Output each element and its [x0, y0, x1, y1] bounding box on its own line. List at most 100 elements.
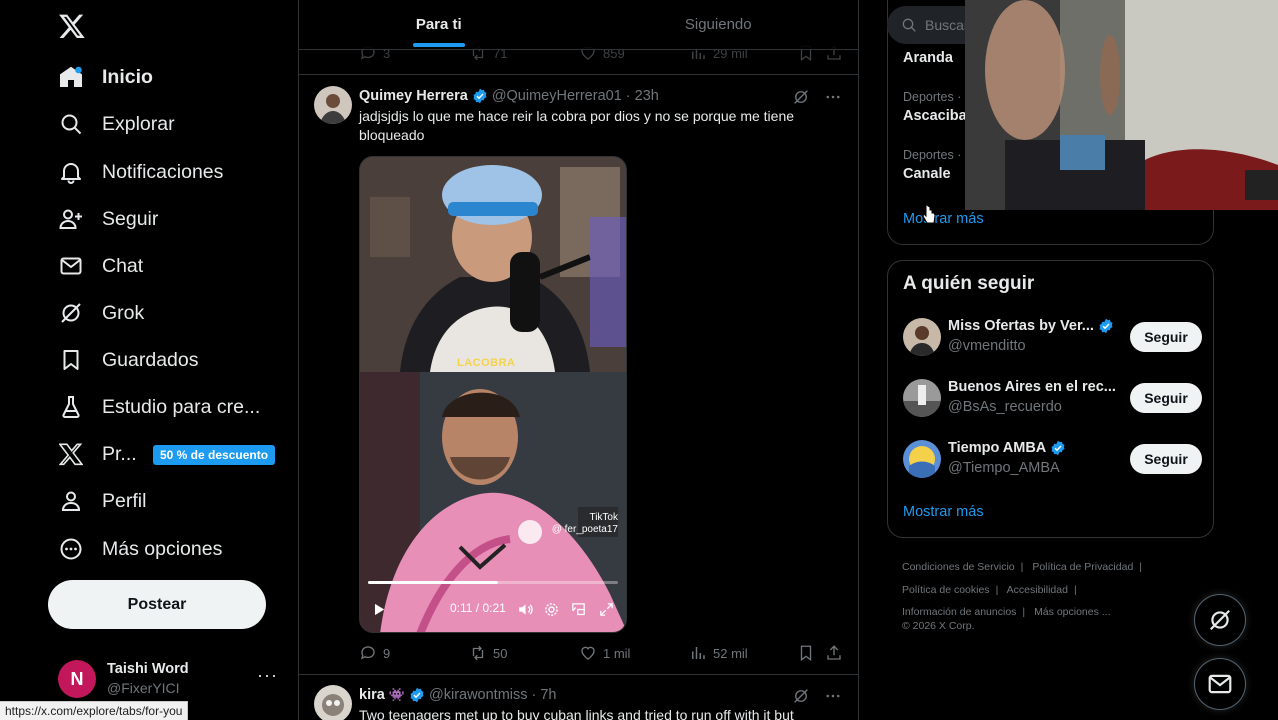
avatar[interactable]: [903, 318, 941, 356]
reply-icon: [360, 646, 375, 660]
footer-link[interactable]: Política de cookies: [902, 584, 990, 596]
nav-item-follow[interactable]: Seguir: [58, 201, 158, 237]
footer-link[interactable]: Política de Privacidad: [1032, 561, 1133, 573]
footer-link[interactable]: Más opciones ...: [1034, 606, 1110, 618]
tab-label: Siguiendo: [684, 16, 752, 33]
video-time: 0:11 / 0:21: [450, 601, 506, 615]
account-name-text: Miss Ofertas by Ver...: [948, 318, 1094, 334]
account-switcher[interactable]: N Taishi Word @FixerYICI ···: [58, 657, 286, 701]
reply-count: 9: [383, 645, 391, 661]
fullscreen-button[interactable]: [598, 601, 615, 618]
tweet-header: kira 👾 @kirawontmiss · 7h: [359, 687, 557, 703]
author-handle[interactable]: @QuimeyHerrera01: [492, 88, 622, 104]
author-name[interactable]: kira: [359, 687, 385, 703]
avatar[interactable]: [314, 86, 352, 124]
trend-item[interactable]: Ascaciba: [903, 108, 967, 124]
play-button[interactable]: [370, 601, 387, 618]
nav-label: Estudio para cre...: [102, 395, 261, 418]
trend-category: Deportes ·: [903, 148, 962, 162]
more-dots-icon[interactable]: ···: [257, 665, 278, 686]
video-frame-top: [360, 157, 626, 372]
footer-link[interactable]: Accesibilidad: [1007, 584, 1068, 596]
nav-label: Pr...: [102, 442, 137, 465]
avatar[interactable]: [314, 685, 352, 720]
footer-link[interactable]: Información de anuncios: [902, 606, 1016, 618]
mail-icon: [58, 253, 84, 279]
search-icon: [58, 111, 84, 137]
mail-icon: [1208, 674, 1232, 694]
follow-show-more[interactable]: Mostrar más: [903, 504, 984, 520]
video-progress-bar[interactable]: [368, 581, 618, 584]
bookmark-button[interactable]: [797, 644, 815, 662]
grok-icon[interactable]: [792, 88, 810, 106]
pip-button[interactable]: [570, 601, 587, 618]
footer-link[interactable]: Condiciones de Servicio: [902, 561, 1015, 573]
nav-label: Explorar: [102, 112, 175, 135]
views-button[interactable]: 52 mil: [689, 644, 748, 662]
verified-badge-icon: [1099, 318, 1113, 334]
trend-item[interactable]: Aranda: [903, 50, 953, 66]
nav-label: Notificaciones: [102, 160, 224, 183]
grok-icon[interactable]: [792, 687, 810, 705]
x-logo-icon[interactable]: [58, 12, 86, 40]
repost-button[interactable]: 50: [469, 644, 507, 662]
more-icon[interactable]: [824, 88, 842, 106]
volume-button[interactable]: [517, 601, 534, 618]
post-button[interactable]: Postear: [48, 580, 266, 629]
nav-item-bookmarks[interactable]: Guardados: [58, 342, 198, 378]
author-handle[interactable]: @kirawontmiss: [429, 687, 528, 703]
share-icon: [827, 645, 841, 660]
nav-label: Grok: [102, 301, 145, 324]
add-person-icon: [58, 206, 84, 232]
divider: [299, 674, 858, 675]
tweet-time[interactable]: · 23h: [626, 88, 659, 104]
tweet-text: Two teenagers met up to buy cuban links …: [359, 707, 794, 720]
tweet-time[interactable]: · 7h: [532, 687, 557, 703]
trends-show-more[interactable]: Mostrar más: [903, 211, 984, 227]
tiktok-watermark: TikTok @ fer_poeta17: [552, 512, 618, 536]
settings-button[interactable]: [543, 601, 560, 618]
more-icon[interactable]: [824, 687, 842, 705]
follow-button[interactable]: Seguir: [1130, 383, 1202, 413]
account-handle: @FixerYICI: [107, 680, 180, 696]
fullscreen-icon: [600, 603, 613, 616]
tab-following[interactable]: Siguiendo: [579, 0, 859, 49]
messages-floating-button[interactable]: [1194, 658, 1246, 710]
follow-button[interactable]: Seguir: [1130, 322, 1202, 352]
account-handle: @vmenditto: [948, 338, 1026, 354]
nav-item-home[interactable]: Inicio: [58, 59, 153, 95]
nav-item-grok[interactable]: Grok: [58, 295, 144, 331]
nav-label: Más opciones: [102, 537, 223, 560]
nav-item-creator-studio[interactable]: Estudio para cre...: [58, 389, 260, 425]
nav-item-notifications[interactable]: Notificaciones: [58, 154, 223, 190]
account-info: Taishi Word @FixerYICI: [107, 660, 189, 698]
avatar[interactable]: [903, 379, 941, 417]
nav-item-premium[interactable]: Pr...: [58, 436, 137, 472]
nav-item-explore[interactable]: Explorar: [58, 106, 175, 142]
video-frame-bottom: [360, 372, 626, 632]
discount-badge[interactable]: 50 % de descuento: [153, 445, 276, 465]
repost-icon: [472, 645, 484, 661]
webcam-image: [965, 0, 1278, 210]
like-button[interactable]: 1 mil: [579, 644, 630, 662]
bookmark-icon: [800, 645, 812, 662]
home-icon: [58, 64, 84, 90]
video-caption: LACOBRA: [457, 357, 516, 369]
grok-floating-button[interactable]: [1194, 594, 1246, 646]
video-player[interactable]: LACOBRA TikTok @ fer_poeta17 0:11 / 0:21: [359, 156, 627, 633]
tab-for-you[interactable]: Para ti: [299, 0, 579, 49]
nav-item-profile[interactable]: Perfil: [58, 483, 146, 519]
share-button[interactable]: [825, 644, 843, 662]
trend-item[interactable]: Canale: [903, 166, 951, 182]
suggested-account[interactable]: Miss Ofertas by Ver... @vmenditto Seguir: [903, 316, 1203, 360]
suggested-account[interactable]: Buenos Aires en el rec... @BsAs_recuerdo…: [903, 377, 1203, 421]
author-name[interactable]: Quimey Herrera: [359, 88, 468, 104]
who-to-follow-panel: A quién seguir Miss Ofertas by Ver... @v…: [887, 260, 1214, 538]
reply-button[interactable]: 9: [359, 644, 390, 662]
nav-item-more-options[interactable]: Más opciones: [58, 531, 222, 567]
avatar[interactable]: [903, 440, 941, 478]
video-progress-fill: [368, 581, 498, 584]
suggested-account[interactable]: Tiempo AMBA @Tiempo_AMBA Seguir: [903, 438, 1203, 482]
follow-button[interactable]: Seguir: [1130, 444, 1202, 474]
nav-item-chat[interactable]: Chat: [58, 248, 143, 284]
